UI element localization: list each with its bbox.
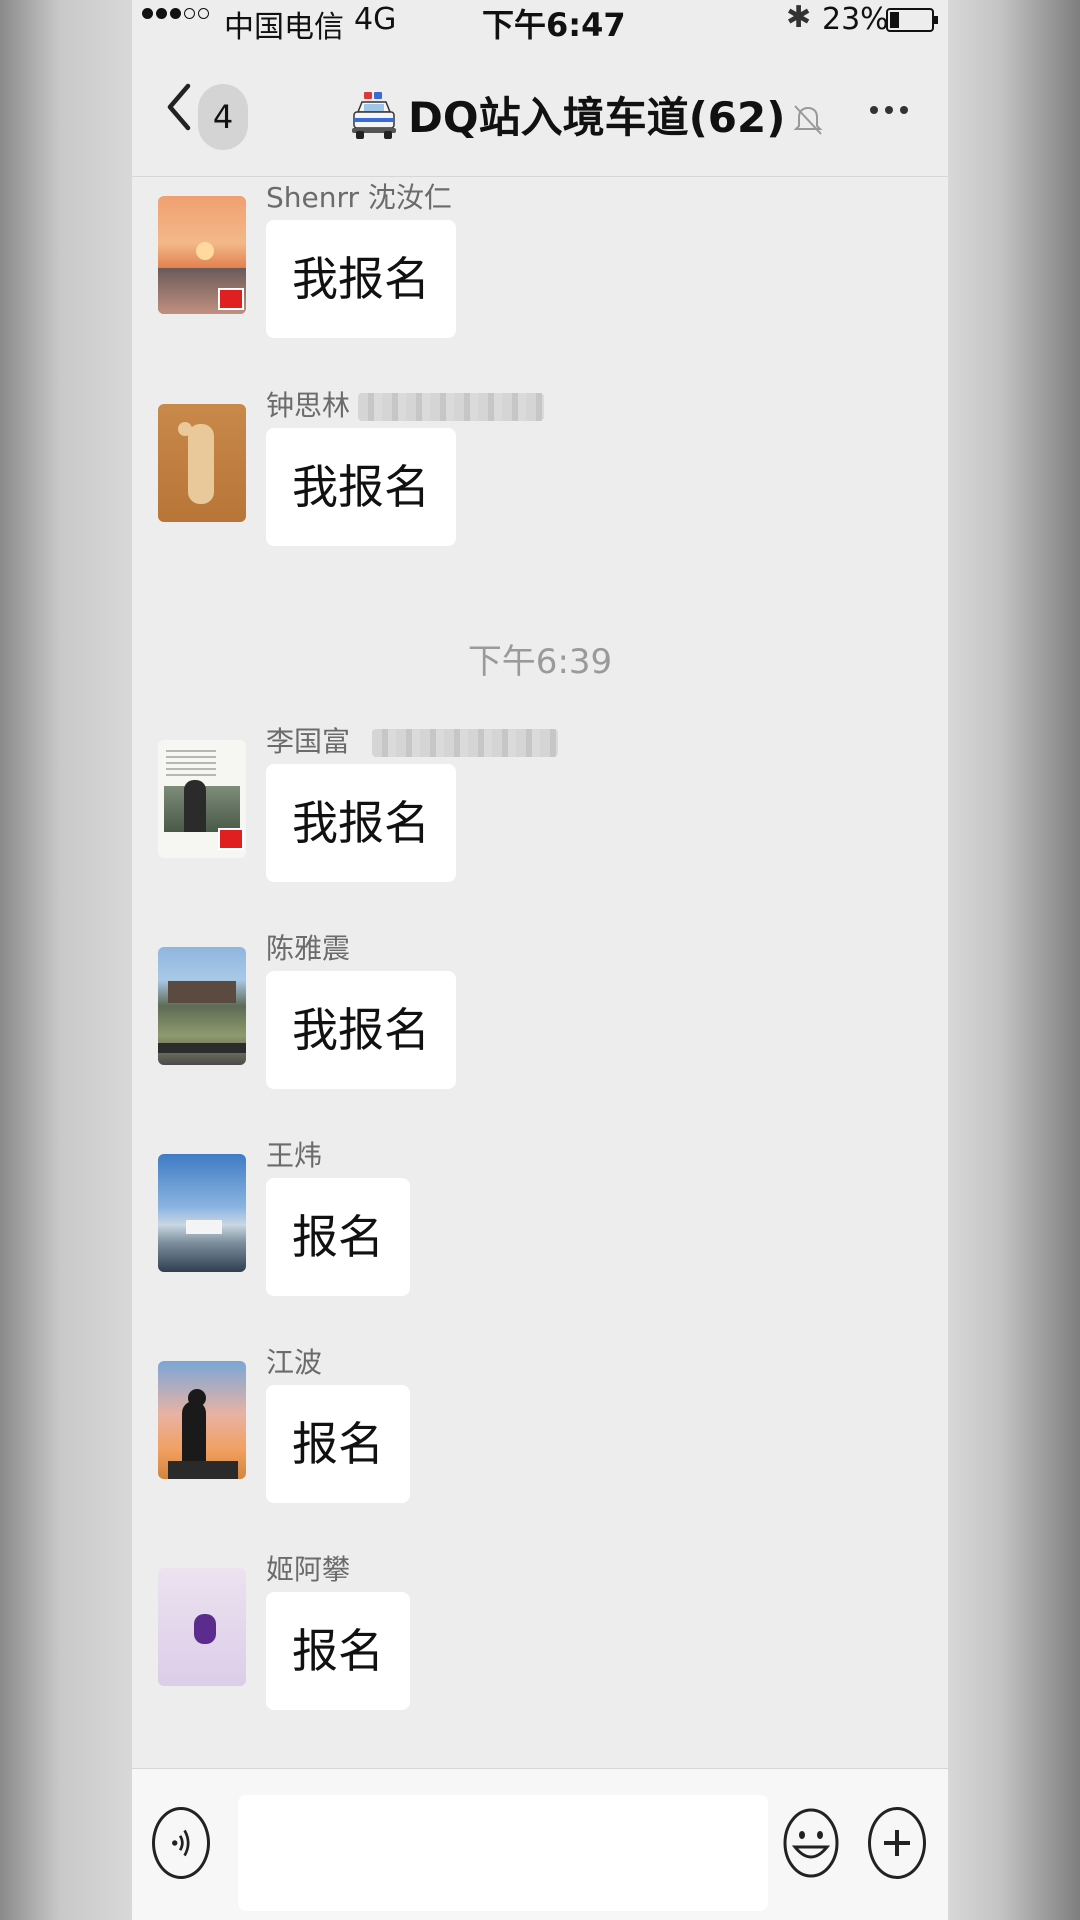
sender-name: Shenrr 沈汝仁 — [266, 181, 452, 214]
police-car-icon — [352, 91, 396, 139]
network-type: 4G — [354, 2, 397, 37]
avatar[interactable] — [158, 1154, 246, 1272]
redacted-phone — [372, 729, 559, 757]
sender-name: 李国富 — [266, 720, 559, 760]
sender-name: 王炜 — [266, 1139, 323, 1172]
message-timestamp: 下午6:39 — [467, 642, 613, 682]
chat-title-text: DQ站入境车道(62) — [408, 93, 786, 142]
avatar[interactable] — [158, 947, 246, 1065]
battery-percent: 23% — [822, 2, 889, 37]
message-bubble[interactable]: 报名 — [266, 1385, 410, 1503]
carrier-name: 中国电信 — [224, 10, 344, 45]
chevron-left-icon[interactable] — [162, 82, 198, 132]
bluetooth-icon: ✱ — [786, 0, 812, 35]
chat-title[interactable]: DQ站入境车道(62) — [350, 84, 825, 145]
unread-count-badge[interactable]: 4 — [198, 84, 248, 150]
sender-name: 钟思林 — [266, 384, 545, 424]
status-bar: 中国电信 4G 下午6:47 ✱ 23% — [132, 0, 948, 45]
bell-off-icon — [793, 104, 823, 135]
plus-icon[interactable] — [868, 1807, 926, 1879]
redacted-phone — [358, 393, 545, 421]
message-bubble[interactable]: 报名 — [266, 1178, 410, 1296]
chat-input-bar — [132, 1768, 948, 1920]
voice-icon[interactable] — [152, 1807, 210, 1879]
message-bubble[interactable]: 我报名 — [266, 220, 456, 338]
battery-icon — [886, 8, 938, 32]
status-time: 下午6:47 — [482, 6, 626, 44]
avatar[interactable] — [158, 196, 246, 314]
message-bubble[interactable]: 报名 — [266, 1592, 410, 1710]
message-input[interactable] — [238, 1795, 768, 1911]
signal-strength-icon — [142, 8, 209, 19]
more-icon[interactable] — [870, 106, 908, 114]
chat-header: 4 DQ站入境车道(62) — [132, 44, 948, 177]
message-bubble[interactable]: 我报名 — [266, 428, 456, 546]
emoji-icon[interactable] — [782, 1807, 840, 1879]
avatar[interactable] — [158, 1361, 246, 1479]
message-bubble[interactable]: 我报名 — [266, 764, 456, 882]
sender-name: 姬阿攀 — [266, 1553, 351, 1586]
sender-name: 江波 — [266, 1346, 323, 1379]
avatar[interactable] — [158, 740, 246, 858]
message-bubble[interactable]: 我报名 — [266, 971, 456, 1089]
avatar[interactable] — [158, 404, 246, 522]
phone-screen: 中国电信 4G 下午6:47 ✱ 23% 4 DQ站入境车道(62) Shenr… — [132, 0, 948, 1920]
avatar[interactable] — [158, 1568, 246, 1686]
sender-name: 陈雅震 — [266, 932, 351, 965]
